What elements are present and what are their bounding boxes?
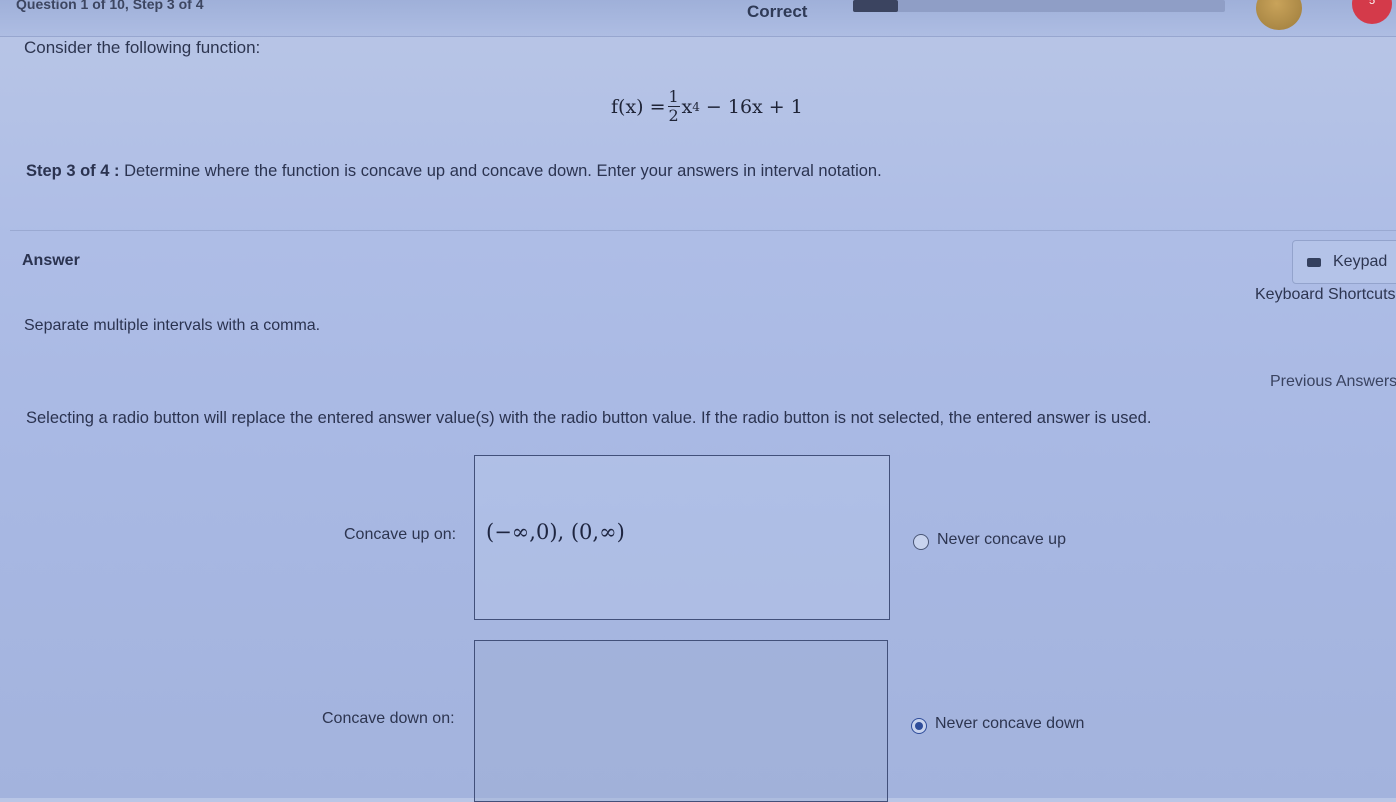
step-label: Step 3 of 4 : xyxy=(26,162,120,180)
step-text: Determine where the function is concave … xyxy=(119,162,882,180)
concave-up-label: Concave up on: xyxy=(344,526,457,543)
keypad-label: Keypad xyxy=(1333,253,1388,270)
keypad-button[interactable]: Keypad xyxy=(1292,240,1396,284)
heart-badge[interactable]: 5 xyxy=(1352,0,1392,24)
formula-term: x xyxy=(681,95,693,118)
answer-heading: Answer xyxy=(22,252,80,269)
never-concave-down-radio[interactable] xyxy=(911,718,927,734)
keyboard-shortcuts-link[interactable]: Keyboard Shortcuts xyxy=(1255,286,1396,304)
formula-lhs: f(x) = xyxy=(611,95,666,118)
top-bar: Question 1 of 10, Step 3 of 4 Correct 5 xyxy=(0,0,1396,37)
formula-rest: − 16x + 1 xyxy=(705,95,803,118)
section-divider xyxy=(10,230,1396,231)
never-concave-down-label[interactable]: Never concave down xyxy=(935,715,1084,733)
never-concave-up-label[interactable]: Never concave up xyxy=(937,531,1066,549)
progress-fill xyxy=(853,0,898,12)
radio-note: Selecting a radio button will replace th… xyxy=(26,409,1152,427)
question-label: Question 1 of 10, Step 3 of 4 xyxy=(16,0,204,12)
function-formula: f(x) = 1 2 x4 − 16x + 1 xyxy=(611,88,803,125)
separate-note: Separate multiple intervals with a comma… xyxy=(24,317,321,334)
fraction-numerator: 1 xyxy=(668,87,679,106)
concave-up-value[interactable]: (−∞,0), (0,∞) xyxy=(486,520,625,544)
status-text: Correct xyxy=(747,2,808,21)
fraction-denominator: 2 xyxy=(668,106,679,125)
previous-answers-link[interactable]: Previous Answers xyxy=(1270,373,1396,391)
formula-exponent: 4 xyxy=(692,99,700,114)
concave-down-label: Concave down on: xyxy=(322,710,455,727)
never-concave-up-radio[interactable] xyxy=(913,534,929,550)
keyboard-icon xyxy=(1307,257,1321,267)
formula-fraction: 1 2 xyxy=(667,87,680,125)
question-intro: Consider the following function: xyxy=(24,38,261,57)
avatar[interactable] xyxy=(1256,0,1302,30)
progress-bar xyxy=(853,0,1225,12)
step-instruction: Step 3 of 4 : Determine where the functi… xyxy=(26,162,882,181)
concave-down-input[interactable] xyxy=(474,640,888,802)
